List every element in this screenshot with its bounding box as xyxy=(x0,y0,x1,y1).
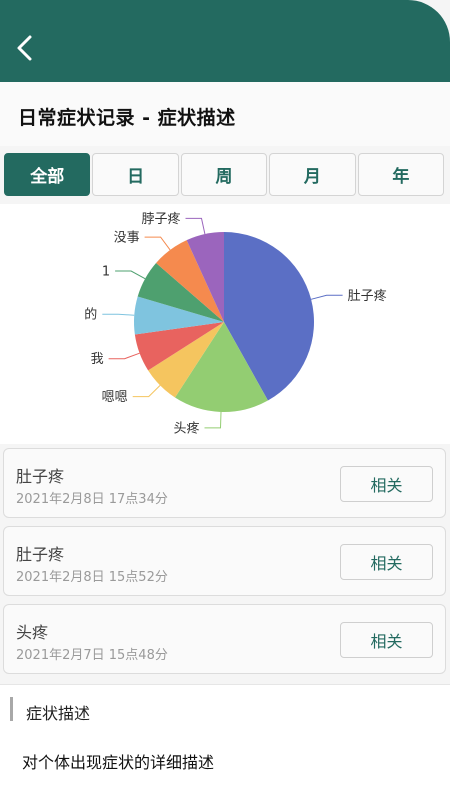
related-button[interactable]: 相关 xyxy=(340,544,433,580)
tab-all[interactable]: 全部 xyxy=(4,153,91,196)
period-tabs: 全部 日 周 月 年 xyxy=(4,153,445,196)
pie-slice-label: 嗯嗯 xyxy=(102,390,128,405)
pie-leader-line xyxy=(115,270,146,280)
pie-slice-label: 头疼 xyxy=(173,421,199,436)
record-item: 肚子疼 2021年2月8日 17点34分 相关 xyxy=(3,448,446,518)
record-symptom-name: 肚子疼 xyxy=(16,467,65,486)
pie-leader-line xyxy=(144,236,171,251)
description-text: 对个体出现症状的详细描述 xyxy=(22,753,215,772)
pie-leader-line xyxy=(108,352,140,360)
back-button[interactable] xyxy=(12,32,40,64)
pie-leader-line xyxy=(204,411,222,429)
pie-slice-label: 1 xyxy=(102,265,110,280)
page-title: 日常症状记录 - 症状描述 xyxy=(18,107,236,129)
pie-chart-svg: 肚子疼头疼 嗯嗯 我 的 1 没事脖子疼 xyxy=(84,211,387,437)
symptom-pie-chart: 肚子疼头疼 嗯嗯 我 的 1 没事 脖子疼 xyxy=(0,204,450,444)
record-item: 头疼 2021年2月7日 15点48分 相关 xyxy=(3,604,446,674)
description-panel: 症状描述 对个体出现症状的详细描述 xyxy=(0,684,450,800)
pie-slice-label: 没事 xyxy=(114,231,140,246)
pie-leader-line xyxy=(310,294,343,300)
tab-year[interactable]: 年 xyxy=(357,153,445,196)
description-title: 症状描述 xyxy=(26,704,91,723)
pie-slice-label: 肚子疼 xyxy=(348,289,387,304)
related-button[interactable]: 相关 xyxy=(340,466,433,502)
record-timestamp: 2021年2月8日 17点34分 xyxy=(16,492,168,507)
pie-leader-line xyxy=(185,217,206,235)
pie-leader-line xyxy=(132,385,161,398)
pie-slice-label: 脖子疼 xyxy=(141,211,180,227)
pie-slice-label: 的 xyxy=(84,307,97,323)
related-button[interactable]: 相关 xyxy=(340,622,433,658)
title-area: 日常症状记录 - 症状描述 xyxy=(0,82,450,146)
pie-slice-label: 我 xyxy=(91,352,104,367)
chevron-left-icon xyxy=(17,35,32,61)
record-timestamp: 2021年2月7日 15点48分 xyxy=(16,648,168,663)
section-accent-bar xyxy=(10,697,13,721)
record-timestamp: 2021年2月8日 15点52分 xyxy=(16,570,168,585)
tab-day[interactable]: 日 xyxy=(92,153,179,196)
top-app-bar xyxy=(0,0,450,82)
tab-month[interactable]: 月 xyxy=(269,153,356,196)
record-item: 肚子疼 2021年2月8日 15点52分 相关 xyxy=(3,526,446,596)
record-symptom-name: 头疼 xyxy=(16,623,49,642)
pie-leader-line xyxy=(102,313,135,316)
tab-week[interactable]: 周 xyxy=(180,153,268,196)
record-symptom-name: 肚子疼 xyxy=(16,545,65,564)
